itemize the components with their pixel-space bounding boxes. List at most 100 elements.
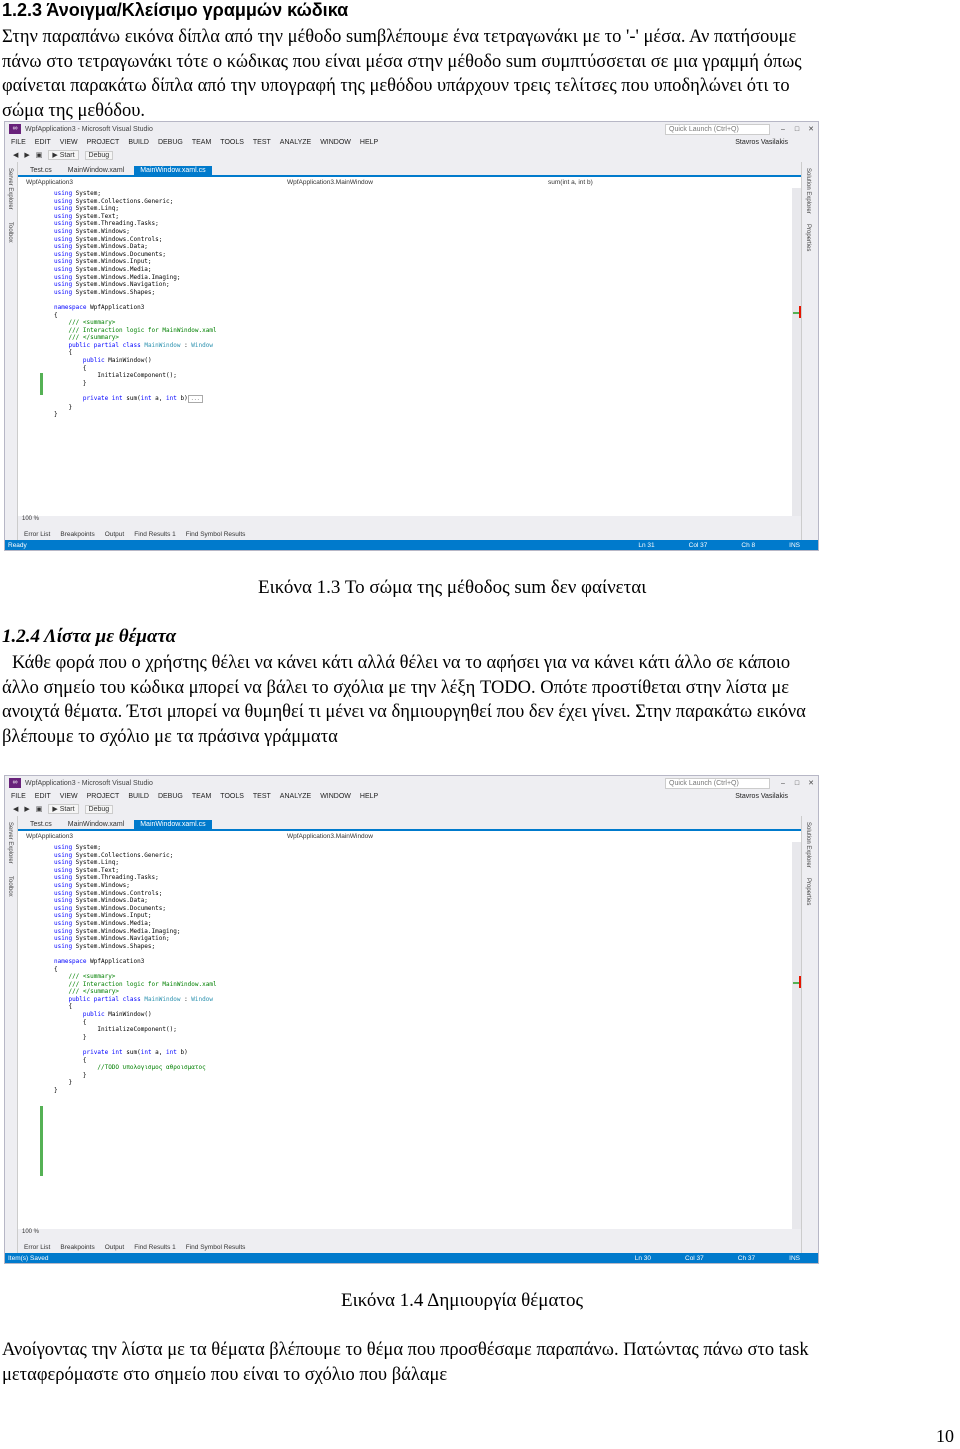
properties-tab[interactable]: Properties — [805, 224, 811, 251]
close-icon[interactable]: ✕ — [804, 125, 818, 133]
toolbox-tab[interactable]: Toolbox — [7, 876, 13, 897]
menu-edit[interactable]: EDIT — [35, 139, 51, 146]
type-dropdown[interactable]: WpfApplication3.MainWindow — [279, 833, 540, 840]
tab-breakpoints[interactable]: Breakpoints — [60, 531, 94, 538]
menu-file[interactable]: FILE — [11, 793, 26, 800]
menu-window[interactable]: WINDOW — [320, 139, 351, 146]
start-button[interactable]: ▶ Start — [48, 150, 79, 160]
menu-tools[interactable]: TOOLS — [220, 793, 244, 800]
back-icon[interactable]: ◀ — [13, 805, 18, 813]
section-3-paragraph: Ανοίγοντας την λίστα με τα θέματα βλέπου… — [2, 1338, 956, 1387]
code-editor[interactable]: using System; using System.Collections.G… — [18, 188, 801, 516]
menu-help[interactable]: HELP — [360, 793, 378, 800]
zoom-level[interactable]: 100 % — [18, 516, 40, 524]
back-icon[interactable]: ◀ — [13, 151, 18, 159]
tab-mainwindow-xaml[interactable]: MainWindow.xaml — [62, 820, 130, 829]
tab-find-results-1[interactable]: Find Results 1 — [134, 531, 176, 538]
paragraph-line: Ανοίγοντας την λίστα με τα θέματα βλέπου… — [2, 1340, 809, 1360]
properties-tab[interactable]: Properties — [805, 878, 811, 905]
minimize-icon[interactable]: – — [776, 780, 790, 787]
config-select[interactable]: Debug — [84, 804, 114, 814]
vertical-scrollbar[interactable] — [792, 188, 801, 516]
status-text: Item(s) Saved — [8, 1254, 49, 1262]
code-editor[interactable]: using System; using System.Collections.G… — [18, 842, 801, 1229]
maximize-icon[interactable]: □ — [790, 126, 804, 133]
member-dropdown[interactable]: sum(int a, int b) — [540, 179, 801, 186]
vs-window-title: WpfApplication3 - Microsoft Visual Studi… — [25, 779, 153, 787]
menu-test[interactable]: TEST — [253, 793, 271, 800]
minimize-icon[interactable]: – — [776, 126, 790, 133]
tab-test-cs[interactable]: Test.cs — [24, 820, 58, 829]
menu-analyze[interactable]: ANALYZE — [280, 139, 311, 146]
vs-screenshot-2: ∞ WpfApplication3 - Microsoft Visual Stu… — [4, 775, 819, 1264]
start-button[interactable]: ▶ Start — [48, 804, 79, 814]
tab-test-cs[interactable]: Test.cs — [24, 166, 58, 175]
tab-find-results-1[interactable]: Find Results 1 — [134, 1244, 176, 1251]
tab-output[interactable]: Output — [105, 531, 125, 538]
quick-launch-input[interactable]: Quick Launch (Ctrl+Q) — [665, 123, 770, 135]
menu-view[interactable]: VIEW — [60, 139, 78, 146]
menu-project[interactable]: PROJECT — [87, 793, 120, 800]
solution-explorer-tab[interactable]: Solution Explorer — [805, 822, 811, 868]
menu-debug[interactable]: DEBUG — [158, 793, 183, 800]
menu-help[interactable]: HELP — [360, 139, 378, 146]
menu-team[interactable]: TEAM — [192, 793, 211, 800]
document-tabs: Test.cs MainWindow.xaml MainWindow.xaml.… — [18, 162, 801, 175]
toolbox-tab[interactable]: Toolbox — [7, 222, 13, 243]
navigation-bar: WpfApplication3 WpfApplication3.MainWind… — [18, 829, 801, 843]
tab-mainwindow-xaml-cs[interactable]: MainWindow.xaml.cs — [134, 166, 212, 175]
menu-debug[interactable]: DEBUG — [158, 139, 183, 146]
tab-output[interactable]: Output — [105, 1244, 125, 1251]
menu-edit[interactable]: EDIT — [35, 793, 51, 800]
paragraph-line: άλλο σημείο του κώδικα μπορεί να βάλει τ… — [2, 677, 790, 698]
menu-file[interactable]: FILE — [11, 139, 26, 146]
tab-find-symbol-results[interactable]: Find Symbol Results — [186, 531, 246, 538]
menu-window[interactable]: WINDOW — [320, 793, 351, 800]
vertical-scrollbar[interactable] — [792, 842, 801, 1229]
quick-launch-input[interactable]: Quick Launch (Ctrl+Q) — [665, 777, 770, 789]
project-dropdown[interactable]: WpfApplication3 — [18, 833, 279, 840]
forward-icon[interactable]: ▶ — [24, 805, 29, 813]
section-heading-1-2-4: 1.2.4 Λίστα με θέματα — [2, 626, 177, 647]
server-explorer-tab[interactable]: Server Explorer — [7, 822, 13, 864]
menu-tools[interactable]: TOOLS — [220, 139, 244, 146]
menu-analyze[interactable]: ANALYZE — [280, 793, 311, 800]
menu-view[interactable]: VIEW — [60, 793, 78, 800]
solution-explorer-tab[interactable]: Solution Explorer — [805, 168, 811, 214]
save-icon[interactable]: ▣ — [36, 805, 43, 813]
tab-breakpoints[interactable]: Breakpoints — [60, 1244, 94, 1251]
vs-window-title: WpfApplication3 - Microsoft Visual Studi… — [25, 125, 153, 133]
user-name[interactable]: Stavros Vasilakis — [735, 793, 788, 800]
tab-mainwindow-xaml[interactable]: MainWindow.xaml — [62, 166, 130, 175]
config-select[interactable]: Debug — [84, 150, 114, 160]
tab-error-list[interactable]: Error List — [24, 531, 50, 538]
zoom-level[interactable]: 100 % — [18, 1229, 40, 1237]
close-icon[interactable]: ✕ — [804, 779, 818, 787]
todo-comment: //TODO υπολογισμος αθροισματος — [97, 1064, 206, 1072]
vs-menubar: FILE EDIT VIEW PROJECT BUILD DEBUG TEAM … — [5, 136, 818, 148]
maximize-icon[interactable]: □ — [790, 780, 804, 787]
tab-find-symbol-results[interactable]: Find Symbol Results — [186, 1244, 246, 1251]
menu-team[interactable]: TEAM — [192, 139, 211, 146]
server-explorer-tab[interactable]: Server Explorer — [7, 168, 13, 210]
vs-logo-icon: ∞ — [9, 778, 21, 788]
save-icon[interactable]: ▣ — [36, 151, 43, 159]
status-bar: Ready Ln 31 Col 37 Ch 8 INS — [5, 540, 818, 550]
tab-mainwindow-xaml-cs[interactable]: MainWindow.xaml.cs — [134, 820, 212, 829]
tab-error-list[interactable]: Error List — [24, 1244, 50, 1251]
menu-test[interactable]: TEST — [253, 139, 271, 146]
forward-icon[interactable]: ▶ — [24, 151, 29, 159]
section-2-paragraph: Κάθε φορά που ο χρήστης θέλει να κάνει κ… — [2, 651, 956, 749]
menu-project[interactable]: PROJECT — [87, 139, 120, 146]
figure-1-caption: Εικόνα 1.3 Το σώμα της μέθοδος sum δεν φ… — [258, 577, 647, 598]
vs-body: Server Explorer Toolbox Solution Explore… — [5, 162, 818, 550]
vs-menubar: FILE EDIT VIEW PROJECT BUILD DEBUG TEAM … — [5, 790, 818, 802]
change-marker — [40, 1106, 43, 1176]
type-dropdown[interactable]: WpfApplication3.MainWindow — [279, 179, 540, 186]
user-name[interactable]: Stavros Vasilakis — [735, 139, 788, 146]
project-dropdown[interactable]: WpfApplication3 — [18, 179, 279, 186]
menu-build[interactable]: BUILD — [128, 793, 149, 800]
left-tool-strip: Server Explorer Toolbox — [5, 816, 18, 1263]
menu-build[interactable]: BUILD — [128, 139, 149, 146]
status-text: Ready — [8, 541, 27, 549]
